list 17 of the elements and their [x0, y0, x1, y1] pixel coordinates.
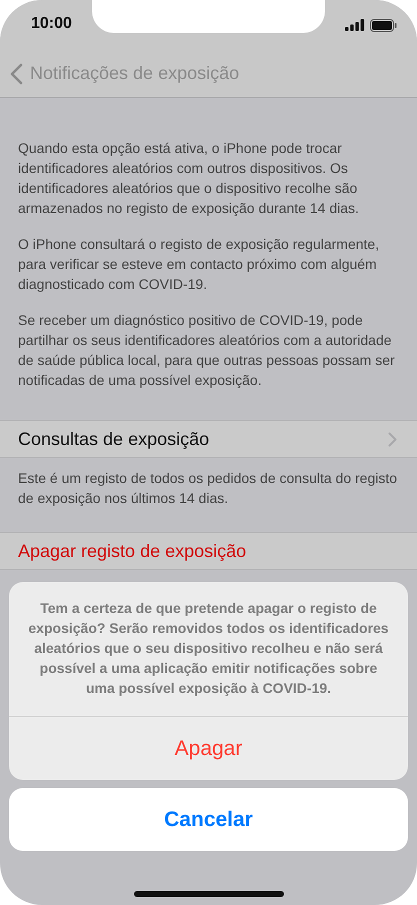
delete-button[interactable]: Apagar — [9, 717, 408, 780]
signal-icon — [345, 19, 365, 31]
description-paragraph: Quando esta opção está ativa, o iPhone pode trocar identificadores aleatórios com outros dispositivos. Os identificadores aleatórios que o dispositivo recolhe são armazenados no registo de exposição durante 14 dias. — [18, 139, 360, 218]
back-button[interactable]: Notificações de exposição — [10, 62, 240, 84]
sheet-message: Tem a certeza de que pretende apagar o registo de exposição? Serão removidos todos os identificadores aleatórios que o seu dispositivo recolheu e não será possível a uma aplicação emitir notificações sobre uma possível exposição à COVID-19. — [9, 582, 408, 717]
chevron-icon — [388, 432, 397, 446]
list-row[interactable]: Consultas de exposição — [0, 421, 417, 457]
back-chevron-icon — [10, 62, 23, 84]
row-label: Apagar registo de exposição — [18, 540, 246, 562]
description-paragraph: Se receber um diagnóstico positivo de COVID-19, pode partilhar os seus identificadores aleatórios com a autoridade de saúde pública local, para que outras pessoas possam ser notificadas de uma possível exposição. — [18, 311, 396, 390]
battery-icon — [370, 18, 397, 32]
list-row[interactable]: Apagar registo de exposição — [0, 533, 417, 569]
status-time: 10:00 — [31, 15, 72, 34]
cancel-button[interactable]: Cancelar — [9, 788, 408, 851]
section-footer: Este é um registo de todos os pedidos de consulta do registo de exposição nos últimos 14 dias. — [0, 458, 417, 532]
row-label: Consultas de exposição — [18, 428, 210, 450]
description-paragraph: O iPhone consultará o registo de exposição regularmente, para verificar se esteve em contacto próximo com alguém diagnosticado com COVID-19. — [18, 235, 380, 294]
